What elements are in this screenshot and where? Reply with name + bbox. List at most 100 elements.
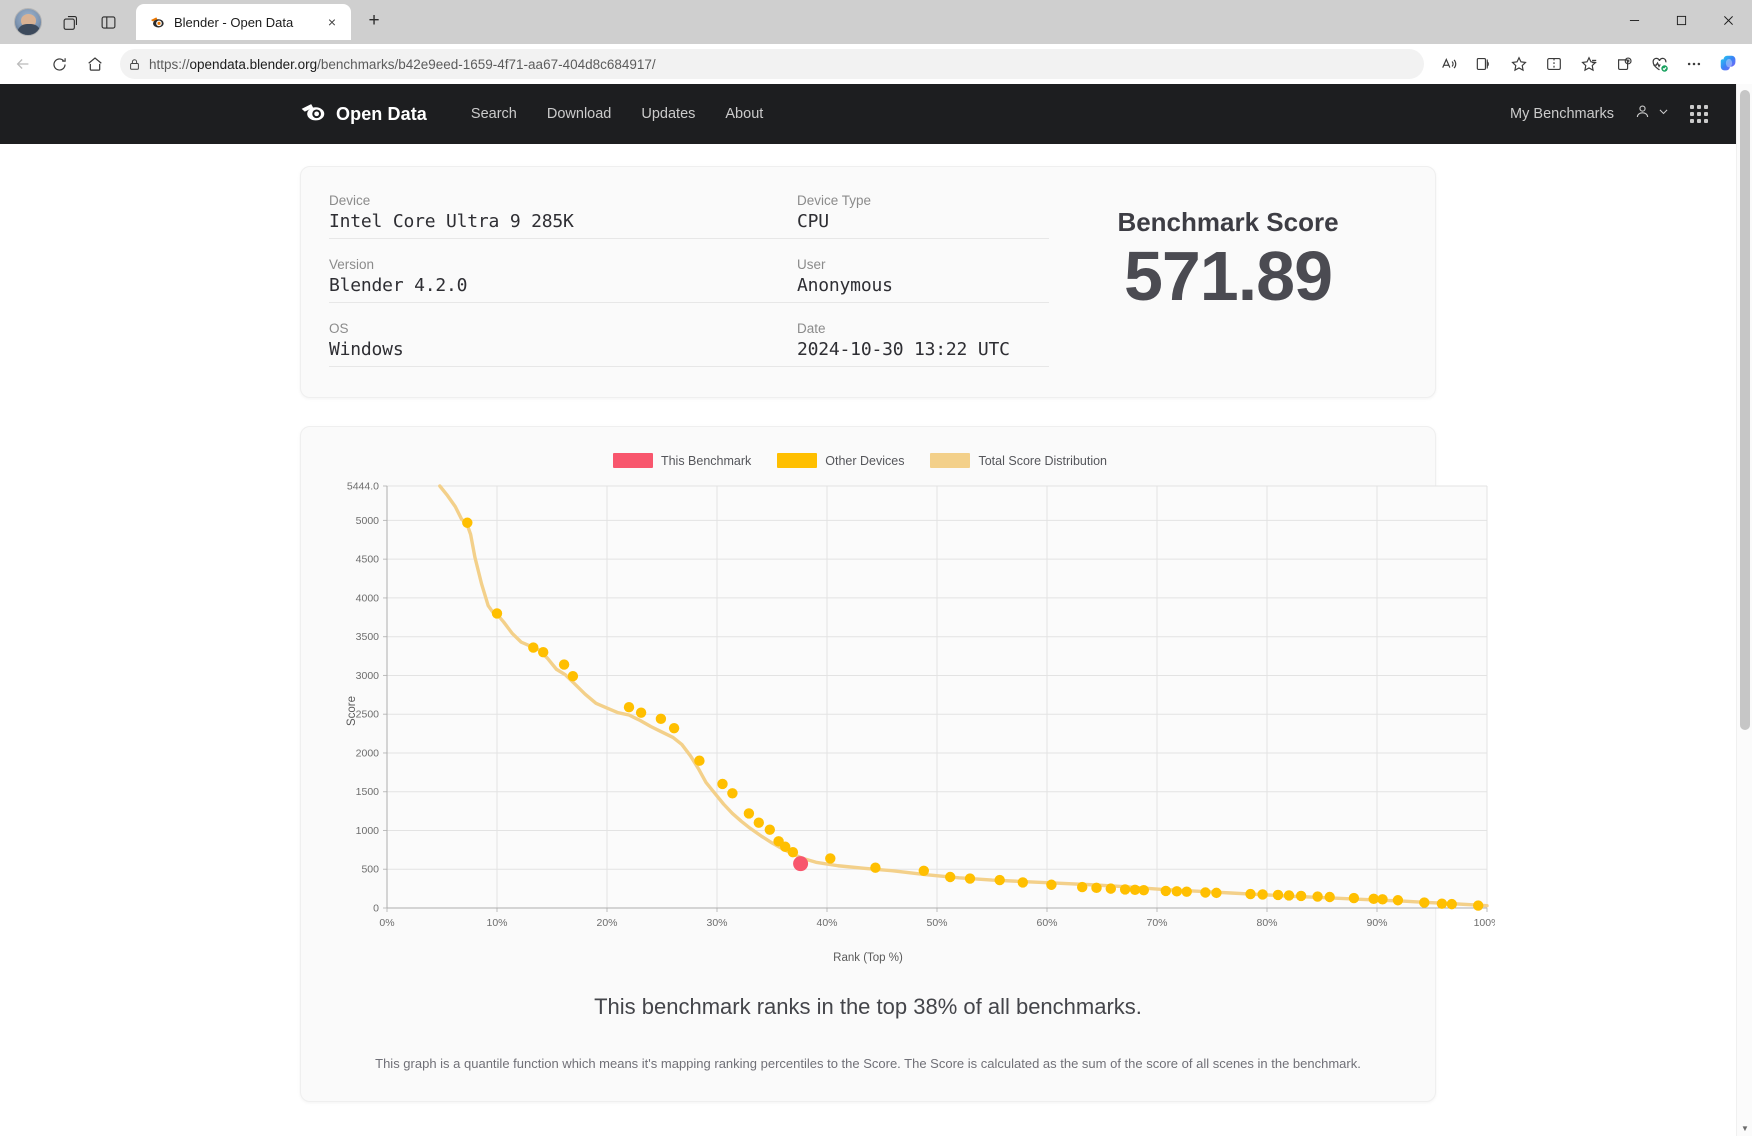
reload-icon[interactable] xyxy=(42,49,76,79)
svg-text:3000: 3000 xyxy=(356,670,380,682)
svg-text:90%: 90% xyxy=(1366,917,1387,929)
field-value: Anonymous xyxy=(797,275,893,296)
field-label: Device xyxy=(329,193,371,208)
field-value: 2024-10-30 13:22 UTC xyxy=(797,339,1010,360)
person-icon xyxy=(1634,103,1651,125)
field-device-type: Device Type CPU xyxy=(797,193,1049,239)
rank-sentence: This benchmark ranks in the top 38% of a… xyxy=(594,994,1142,1019)
brand[interactable]: Open Data xyxy=(300,102,427,127)
scrollbar-thumb[interactable] xyxy=(1740,90,1750,730)
svg-text:500: 500 xyxy=(361,864,379,876)
info-column-middle: Device Type CPU User Anonymous Date 2024… xyxy=(797,193,1049,367)
quantile-chart[interactable]: 0 500 1000 1500 2000 2500 3000 3500 4000 4500 5000… xyxy=(335,476,1495,946)
workspaces-icon[interactable] xyxy=(52,6,88,38)
svg-text:1000: 1000 xyxy=(356,825,380,837)
legend-label: Other Devices xyxy=(825,453,905,468)
scroll-down-arrow[interactable]: ▼ xyxy=(1737,1120,1752,1136)
svg-text:2500: 2500 xyxy=(356,709,380,721)
svg-text:5444.0: 5444.0 xyxy=(347,481,379,493)
immersive-reader-icon[interactable] xyxy=(1467,49,1501,79)
more-options-icon[interactable] xyxy=(1677,49,1711,79)
field-value: Intel Core Ultra 9 285K xyxy=(329,211,574,232)
apps-grid-icon[interactable] xyxy=(1690,105,1708,123)
close-window-button[interactable] xyxy=(1705,0,1752,40)
svg-text:4000: 4000 xyxy=(356,592,380,604)
benchmark-score-block: Benchmark Score 571.89 xyxy=(1049,193,1407,367)
maximize-button[interactable] xyxy=(1658,0,1705,40)
brand-name: Open Data xyxy=(336,103,427,124)
page-scrollbar[interactable]: ▲ ▼ xyxy=(1736,84,1752,1136)
svg-text:80%: 80% xyxy=(1256,917,1277,929)
nav-item-download[interactable]: Download xyxy=(547,106,612,122)
field-version: Version Blender 4.2.0 xyxy=(329,257,797,303)
field-value: CPU xyxy=(797,211,829,232)
legend-swatch xyxy=(930,453,971,468)
legend-item-total-distribution: Total Score Distribution xyxy=(930,453,1107,468)
y-axis-title: Score xyxy=(346,695,359,727)
browser-essentials-icon[interactable] xyxy=(1642,49,1676,79)
minimize-button[interactable] xyxy=(1611,0,1658,40)
chart-footnote: This graph is a quantile function which … xyxy=(375,1056,1361,1071)
site-header: Open Data Search Download Updates About … xyxy=(0,84,1736,144)
favorite-star-icon[interactable] xyxy=(1502,49,1536,79)
web-page: Open Data Search Download Updates About … xyxy=(0,84,1736,1136)
benchmark-score-title: Benchmark Score xyxy=(1117,207,1339,237)
legend-swatch xyxy=(777,453,818,468)
blender-logo-icon xyxy=(300,102,326,127)
field-user: User Anonymous xyxy=(797,257,1049,303)
chart-plot-area: Score 0 500 1000 1500 2000 2500 3000 3500 4000 45… xyxy=(335,476,1495,946)
collections-icon[interactable] xyxy=(1572,49,1606,79)
svg-text:40%: 40% xyxy=(816,917,837,929)
back-icon[interactable] xyxy=(6,49,40,79)
browser-titlebar: Blender - Open Data × + xyxy=(0,0,1752,44)
field-date: Date 2024-10-30 13:22 UTC xyxy=(797,321,1049,367)
svg-text:0: 0 xyxy=(373,903,379,915)
page-viewport: Open Data Search Download Updates About … xyxy=(0,84,1752,1136)
field-label: Version xyxy=(329,257,375,272)
field-os: OS Windows xyxy=(329,321,797,367)
browser-toolbar: https://opendata.blender.org/benchmarks/… xyxy=(0,44,1752,84)
legend-item-other-devices: Other Devices xyxy=(777,453,904,468)
svg-text:30%: 30% xyxy=(706,917,727,929)
field-value: Windows xyxy=(329,339,404,360)
legend-swatch xyxy=(612,453,653,468)
home-icon[interactable] xyxy=(78,49,112,79)
svg-text:60%: 60% xyxy=(1036,917,1057,929)
split-screen-icon[interactable] xyxy=(1537,49,1571,79)
svg-text:20%: 20% xyxy=(596,917,617,929)
blender-favicon xyxy=(148,13,166,31)
svg-text:50%: 50% xyxy=(926,917,947,929)
read-aloud-icon[interactable] xyxy=(1432,49,1466,79)
field-value: Blender 4.2.0 xyxy=(329,275,468,296)
header-right: My Benchmarks xyxy=(1510,103,1708,125)
add-to-collections-icon[interactable] xyxy=(1607,49,1641,79)
svg-text:2000: 2000 xyxy=(356,747,380,759)
nav-item-my-benchmarks[interactable]: My Benchmarks xyxy=(1510,106,1614,122)
nav-item-about[interactable]: About xyxy=(725,106,763,122)
nav-item-search[interactable]: Search xyxy=(471,106,517,122)
svg-text:100%: 100% xyxy=(1474,917,1495,929)
benchmark-chart-card: This Benchmark Other Devices Total Score… xyxy=(300,426,1495,1102)
legend-label: This Benchmark xyxy=(660,453,752,468)
field-label: Date xyxy=(797,321,826,336)
nav-item-updates[interactable]: Updates xyxy=(641,106,695,122)
svg-text:1500: 1500 xyxy=(356,786,380,798)
svg-text:0%: 0% xyxy=(379,917,394,929)
benchmark-score-value: 571.89 xyxy=(1123,237,1333,315)
avatar[interactable] xyxy=(14,8,42,36)
tab-actions-icon[interactable] xyxy=(90,6,126,38)
legend-item-this-benchmark: This Benchmark xyxy=(612,453,752,468)
page-content: Device Intel Core Ultra 9 285K Version B… xyxy=(0,144,1736,1102)
svg-text:5000: 5000 xyxy=(356,515,380,527)
close-tab-icon[interactable]: × xyxy=(321,11,343,33)
browser-tab[interactable]: Blender - Open Data × xyxy=(136,4,351,40)
browser-window: Blender - Open Data × + https://opendata… xyxy=(0,0,1752,1136)
user-menu[interactable] xyxy=(1634,103,1670,125)
legend-label: Total Score Distribution xyxy=(978,453,1108,468)
lock-icon xyxy=(128,58,141,71)
tab-title: Blender - Open Data xyxy=(174,14,294,30)
url-text: https://opendata.blender.org/benchmarks/… xyxy=(149,56,656,72)
new-tab-button[interactable]: + xyxy=(359,6,389,36)
copilot-icon[interactable] xyxy=(1712,49,1746,79)
address-bar[interactable]: https://opendata.blender.org/benchmarks/… xyxy=(120,49,1424,79)
